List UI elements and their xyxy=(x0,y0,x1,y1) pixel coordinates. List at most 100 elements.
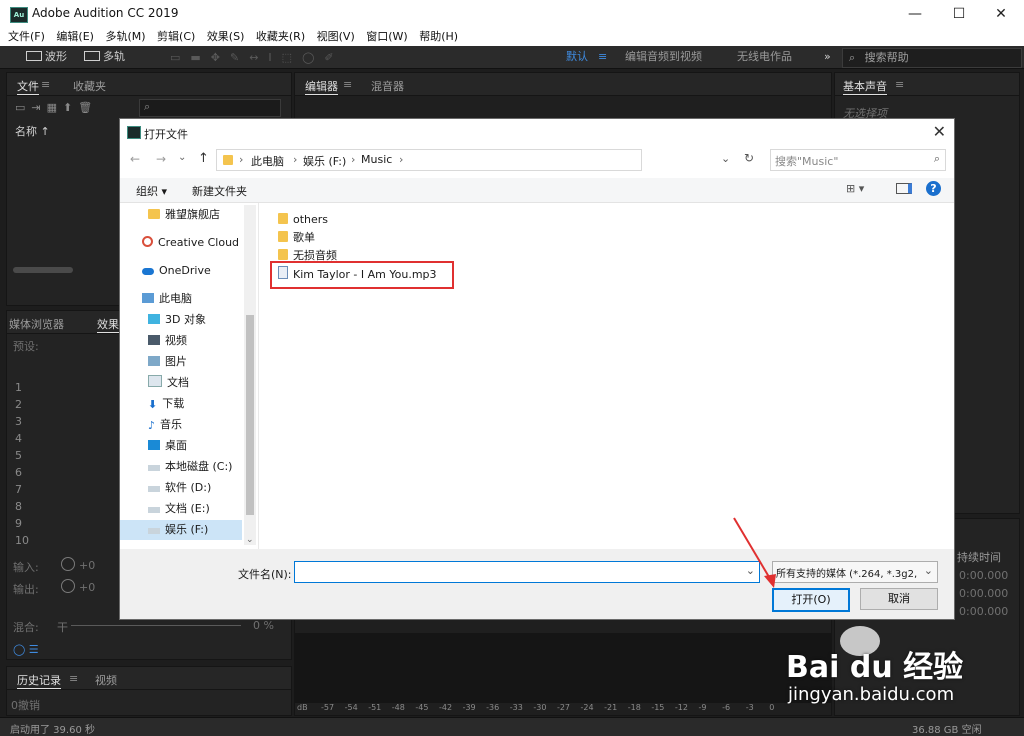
scrollbar-thumb[interactable] xyxy=(246,315,254,515)
tab-mixer[interactable]: 混音器 xyxy=(371,78,404,94)
rack-slot-numbers: 1 2 3 4 5 6 7 8 9 10 xyxy=(15,381,29,551)
ruler-label: -57 xyxy=(321,703,335,712)
file-item-name: 歌单 xyxy=(293,231,315,244)
tab-history[interactable]: 历史记录 xyxy=(17,672,61,689)
mix-slider[interactable] xyxy=(71,625,241,626)
nav-item-drive-c[interactable]: 本地磁盘 (C:) xyxy=(120,457,242,477)
waveform-view-button[interactable]: 波形 xyxy=(20,49,73,65)
files-toolbar-icons[interactable]: ▭⇥▦⬆🗑 xyxy=(15,101,98,114)
view-options-icon[interactable]: ⊞ ▾ xyxy=(846,182,864,195)
help-search-field[interactable]: ⌕ 搜索帮助 xyxy=(842,48,1022,68)
workspace-menu-icon[interactable]: ≡ xyxy=(598,49,607,65)
breadcrumb-music[interactable]: Music xyxy=(361,153,392,166)
breadcrumb-this-pc[interactable]: 此电脑 xyxy=(251,153,284,169)
filter-dropdown-chevron-icon: ⌄ xyxy=(923,564,933,577)
nav-item-label: 文档 (E:) xyxy=(165,502,210,515)
nav-item-desktop[interactable]: 桌面 xyxy=(120,436,242,456)
workspace-edit-audio-to-video[interactable]: 编辑音频到视频 xyxy=(625,49,702,65)
maximize-button[interactable]: ☐ xyxy=(944,4,974,24)
workspace-default[interactable]: 默认 xyxy=(566,49,588,65)
nav-item-drive-f[interactable]: 娱乐 (F:) xyxy=(120,520,242,540)
tab-files[interactable]: 文件 xyxy=(17,78,39,95)
files-search-input[interactable]: ⌕ xyxy=(139,99,281,117)
menu-favorites[interactable]: 收藏夹(R) xyxy=(256,28,305,46)
download-icon: ⬇ xyxy=(148,398,158,411)
nav-item-this-pc[interactable]: 此电脑 xyxy=(120,289,242,309)
menu-help[interactable]: 帮助(H) xyxy=(419,28,458,46)
nav-item-videos[interactable]: 视频 xyxy=(120,331,242,351)
ruler-label: -6 xyxy=(722,703,731,712)
nav-item-documents[interactable]: 文档 xyxy=(120,373,242,393)
window-title: Adobe Audition CC 2019 xyxy=(32,6,179,20)
level-meter-ruler: dB -57 -54 -51 -48 -45 -42 -39 -36 -33 -30 -27 -24 -2… xyxy=(297,703,831,715)
essential-sound-menu-icon[interactable]: ≡ xyxy=(895,78,904,91)
rack-power-toggle[interactable]: ◯ ☰ xyxy=(13,643,39,656)
up-button[interactable]: ↑ xyxy=(198,151,209,166)
scroll-down-chevron-icon[interactable]: ⌄ xyxy=(246,535,254,545)
file-type-filter-select[interactable]: 所有支持的媒体 (*.264, *.3g2, ⌄ xyxy=(772,561,938,583)
history-panel-menu-icon[interactable]: ≡ xyxy=(69,672,78,685)
tab-media-browser[interactable]: 媒体浏览器 xyxy=(9,316,64,332)
minimize-button[interactable]: — xyxy=(900,4,930,24)
refresh-icon[interactable]: ↻ xyxy=(744,151,754,165)
new-folder-button[interactable]: 新建文件夹 xyxy=(192,183,247,199)
close-window-button[interactable]: ✕ xyxy=(986,4,1016,24)
nav-item-onedrive[interactable]: OneDrive xyxy=(120,261,242,281)
breadcrumb-drive-f[interactable]: 娱乐 (F:) xyxy=(303,153,346,169)
output-level-knob[interactable] xyxy=(61,579,75,593)
nav-item-drive-d[interactable]: 软件 (D:) xyxy=(120,478,242,498)
menu-file[interactable]: 文件(F) xyxy=(8,28,45,46)
more-workspaces-button[interactable]: » xyxy=(824,49,831,65)
nav-item-drive-e[interactable]: 文档 (E:) xyxy=(120,499,242,519)
file-item-playlist[interactable]: 歌单 xyxy=(270,229,315,247)
address-bar[interactable]: › 此电脑 › 娱乐 (F:) › Music › ⌄ xyxy=(216,149,730,171)
input-level-knob[interactable] xyxy=(61,557,75,571)
rack-slot-number: 8 xyxy=(15,500,22,513)
nav-item-creative-cloud[interactable]: Creative Cloud F xyxy=(120,233,242,253)
nav-item-3d-objects[interactable]: 3D 对象 xyxy=(120,310,242,330)
forward-button[interactable]: → xyxy=(156,152,166,166)
menu-bar: 文件(F) 编辑(E) 多轨(M) 剪辑(C) 效果(S) 收藏夹(R) 视图(… xyxy=(0,28,1024,46)
nav-item-label: 下载 xyxy=(162,397,185,410)
nav-item-music[interactable]: ♪ 音乐 xyxy=(120,415,242,435)
back-button[interactable]: ← xyxy=(130,152,140,166)
file-item-others[interactable]: others xyxy=(270,211,328,229)
document-icon xyxy=(148,375,162,387)
multitrack-view-button[interactable]: 多轨 xyxy=(78,49,131,65)
menu-effects[interactable]: 效果(S) xyxy=(207,28,245,46)
tab-favorites[interactable]: 收藏夹 xyxy=(73,78,106,94)
menu-view[interactable]: 视图(V) xyxy=(317,28,355,46)
menu-window[interactable]: 窗口(W) xyxy=(366,28,407,46)
ruler-label: -12 xyxy=(674,703,688,712)
tab-video[interactable]: 视频 xyxy=(95,672,117,688)
mix-percent-value: 0 % xyxy=(253,619,274,632)
filename-input[interactable]: ⌄ xyxy=(294,561,760,583)
editor-panel-menu-icon[interactable]: ≡ xyxy=(343,78,352,91)
organize-button[interactable]: 组织 ▾ xyxy=(136,183,167,199)
files-name-column-header[interactable]: 名称 ↑ xyxy=(15,123,50,139)
dialog-close-button[interactable]: ✕ xyxy=(933,122,946,141)
search-placeholder: 搜索"Music" xyxy=(775,155,839,168)
navigation-scrollbar[interactable]: ⌄ xyxy=(244,205,256,545)
address-dropdown-chevron-icon[interactable]: ⌄ xyxy=(721,152,730,165)
nav-item-downloads[interactable]: ⬇ 下载 xyxy=(120,394,242,414)
search-input[interactable]: 搜索"Music" ⌕ xyxy=(770,149,946,171)
tab-editor[interactable]: 编辑器 xyxy=(305,78,338,95)
preview-pane-icon[interactable] xyxy=(896,183,912,194)
cancel-button[interactable]: 取消 xyxy=(860,588,938,610)
startup-time-text: 启动用了 39.60 秒 xyxy=(10,725,95,736)
recent-locations-chevron-icon[interactable]: ⌄ xyxy=(178,152,186,163)
tab-essential-sound[interactable]: 基本声音 xyxy=(843,78,887,95)
menu-multitrack[interactable]: 多轨(M) xyxy=(105,28,145,46)
menu-edit[interactable]: 编辑(E) xyxy=(56,28,94,46)
nav-item-label: 音乐 xyxy=(160,418,183,431)
help-icon[interactable]: ? xyxy=(926,181,941,196)
files-horizontal-scrollbar[interactable] xyxy=(13,267,73,273)
onedrive-icon xyxy=(142,268,154,275)
workspace-radio-production[interactable]: 无线电作品 xyxy=(737,49,792,65)
nav-item-pictures[interactable]: 图片 xyxy=(120,352,242,372)
menu-clip[interactable]: 剪辑(C) xyxy=(157,28,195,46)
files-panel-menu-icon[interactable]: ≡ xyxy=(41,78,50,91)
window-title-bar: Au Adobe Audition CC 2019 — ☐ ✕ xyxy=(0,0,1024,28)
nav-item-yawang-store[interactable]: 雅望旗舰店 xyxy=(120,205,242,225)
